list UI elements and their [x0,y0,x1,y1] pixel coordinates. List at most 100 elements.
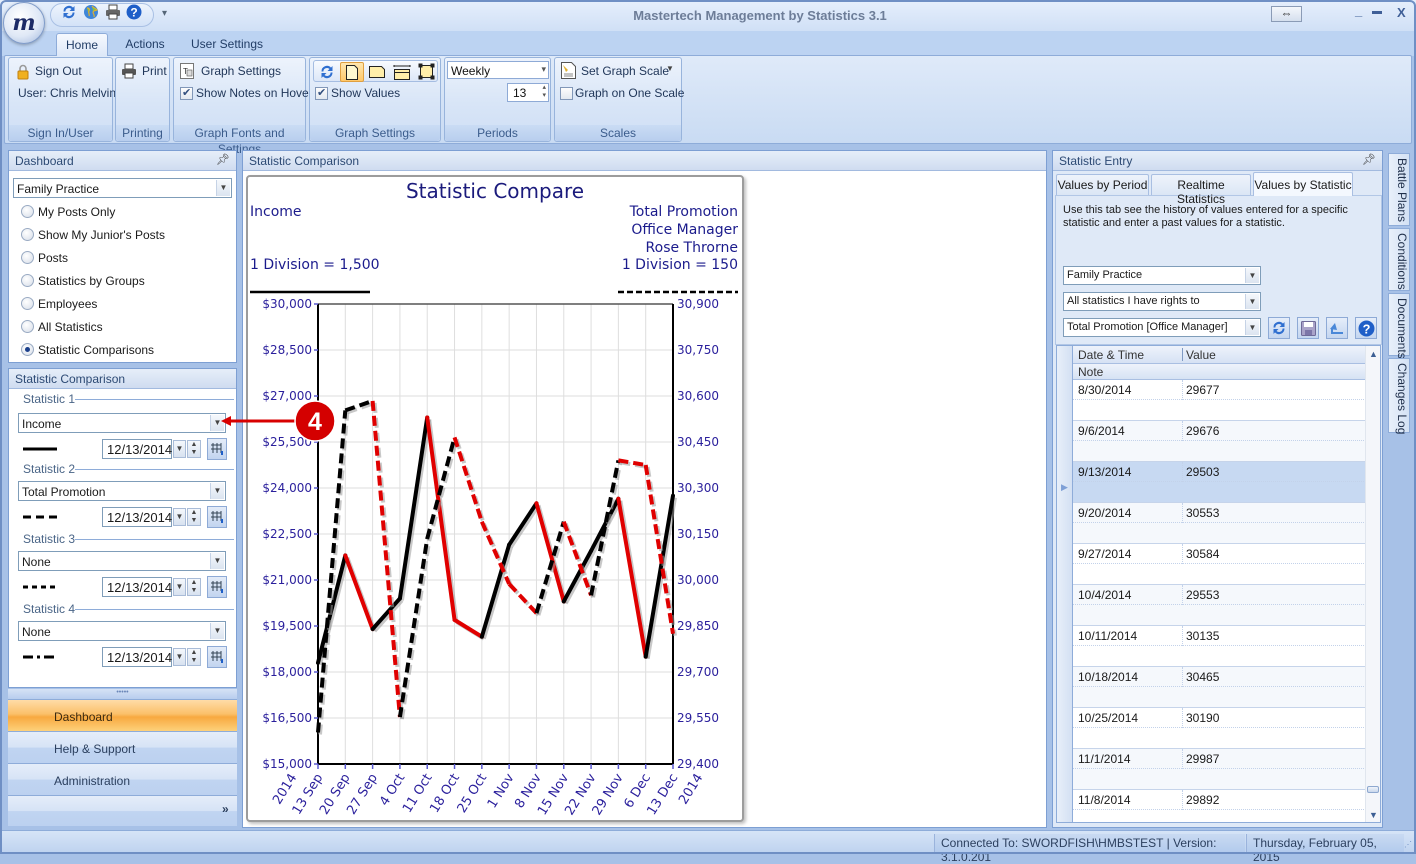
tab-realtime-statistics[interactable]: Realtime Statistics [1151,174,1251,206]
row-value[interactable]: 29503 [1186,465,1219,479]
row-value[interactable]: 29987 [1186,752,1219,766]
help-button[interactable]: ? [1355,317,1377,339]
scroll-down-icon[interactable]: ▼ [1369,810,1378,820]
pin-icon[interactable]: 📌︎ [1362,153,1376,166]
date-dropdown-button[interactable]: ▼ [173,508,186,526]
layout-landscape-button[interactable] [365,62,389,81]
column-divider[interactable] [1182,348,1183,361]
spin-up-down-icon[interactable]: ▴ ▾ [542,84,546,100]
table-row[interactable]: 9/27/2014 30584 [1073,544,1368,585]
radio-icon[interactable] [21,297,34,310]
chevron-down-icon[interactable]: ▼ [666,64,674,73]
row-value[interactable]: 29676 [1186,424,1219,438]
date-spinner[interactable]: ▲ ▼ [187,440,201,458]
splitter-grip[interactable]: ••••• [8,689,237,699]
row-value[interactable]: 30190 [1186,711,1219,725]
statistic-4-select[interactable]: None ▼ [18,621,226,641]
date-spinner[interactable]: ▲ ▼ [187,508,201,526]
radio-icon[interactable] [21,274,34,287]
row-value[interactable]: 30584 [1186,547,1219,561]
table-row[interactable]: 11/1/2014 29987 [1073,749,1368,790]
radio-icon[interactable] [21,320,34,333]
printer-icon[interactable] [105,4,121,20]
close-button[interactable]: X [1397,5,1406,20]
calendar-grid-button[interactable] [207,506,227,528]
refresh-icon[interactable] [61,4,77,20]
nav-administration[interactable]: Administration [8,763,237,795]
show-notes-label[interactable]: Show Notes on Hover [196,86,313,100]
row-indicator[interactable]: ▶ [1057,462,1073,503]
statistic-2-select[interactable]: Total Promotion ▼ [18,481,226,501]
chevron-down-icon[interactable]: ▼ [1245,294,1259,309]
row-indicator[interactable] [1057,708,1073,749]
statistic-1-date-input[interactable]: 12/13/2014 [102,439,172,459]
row-value[interactable]: 30135 [1186,629,1219,643]
refresh-values-button[interactable] [1268,317,1290,339]
scroll-up-icon[interactable]: ▲ [1369,349,1378,359]
tab-values-by-period[interactable]: Values by Period [1056,174,1149,195]
sign-out-button[interactable]: Sign Out [35,64,82,78]
tab-home[interactable]: Home [56,33,108,56]
calendar-grid-button[interactable] [207,646,227,668]
layout-portrait-button[interactable] [340,62,364,82]
tab-actions[interactable]: Actions [115,33,175,56]
row-value[interactable]: 29892 [1186,793,1219,807]
date-dropdown-button[interactable]: ▼ [173,440,186,458]
column-header-note[interactable]: Note [1078,365,1103,379]
row-value[interactable]: 29553 [1186,588,1219,602]
radio-icon[interactable] [21,343,34,356]
row-value[interactable]: 30465 [1186,670,1219,684]
side-tab-documents[interactable]: Documents [1388,293,1410,359]
nav-help-support[interactable]: Help & Support [8,731,237,763]
row-indicator[interactable] [1057,790,1073,822]
date-spinner[interactable]: ▲ ▼ [187,578,201,596]
table-row[interactable]: 9/20/2014 30553 [1073,503,1368,544]
statistic-4-date-input[interactable]: 12/13/2014 [102,647,172,667]
chevron-down-icon[interactable]: ▼ [210,623,224,639]
tab-values-by-statistic[interactable]: Values by Statistic [1253,172,1353,196]
table-row[interactable]: 11/8/2014 29892 [1073,790,1368,822]
chevron-down-icon[interactable]: ▼ [210,483,224,499]
set-graph-scale-button[interactable]: Set Graph Scale [581,64,669,78]
row-value[interactable]: 30553 [1186,506,1219,520]
table-row[interactable]: 10/4/2014 29553 [1073,585,1368,626]
chevron-down-icon[interactable]: ▼ [210,553,224,569]
maximize-button[interactable]: ▬ [1372,6,1382,17]
period-count-stepper[interactable]: 13 ▴ ▾ [507,83,549,102]
statistic-2-date-input[interactable]: 12/13/2014 [102,507,172,527]
show-values-label[interactable]: Show Values [331,86,400,100]
minimize-button[interactable]: _ [1355,3,1362,18]
row-indicator[interactable] [1057,667,1073,708]
column-header-value[interactable]: Value [1186,348,1216,362]
row-indicator[interactable] [1057,544,1073,585]
fit-page-button[interactable] [414,62,438,81]
globe-icon[interactable] [83,4,99,20]
print-button[interactable]: Print [142,64,167,78]
side-tab-changes-log[interactable]: Changes Log [1388,358,1410,434]
chevron-down-icon[interactable]: ▼ [216,180,230,196]
show-values-checkbox[interactable] [315,86,328,100]
graph-settings-button[interactable]: Graph Settings [201,64,281,78]
statistic-filter-select[interactable]: All statistics I have rights to ▼ [1063,292,1261,311]
table-row[interactable]: 9/6/2014 29676 [1073,421,1368,462]
statistic-1-select[interactable]: Income ▼ [18,413,226,433]
save-button[interactable] [1297,317,1319,339]
undo-button[interactable] [1326,317,1348,339]
help-icon[interactable]: ? [126,4,142,20]
row-indicator[interactable] [1057,626,1073,667]
table-row[interactable]: 10/11/2014 30135 [1073,626,1368,667]
date-spinner[interactable]: ▲ ▼ [187,648,201,666]
radio-icon[interactable] [21,251,34,264]
row-indicator[interactable] [1057,503,1073,544]
column-header-date[interactable]: Date & Time [1078,348,1144,362]
row-indicator[interactable] [1057,421,1073,462]
statistic-3-date-input[interactable]: 12/13/2014 [102,577,172,597]
tab-user-settings[interactable]: User Settings [182,33,272,56]
scrollbar-thumb[interactable] [1367,786,1379,793]
period-select[interactable]: Weekly ▾ [447,61,549,79]
customize-quick-access-icon[interactable]: ▾ [162,8,167,19]
row-indicator[interactable] [1057,585,1073,626]
dock-toggle-button[interactable]: ⇔ [1271,6,1302,22]
radio-icon[interactable] [21,205,34,218]
statistic-3-select[interactable]: None ▼ [18,551,226,571]
